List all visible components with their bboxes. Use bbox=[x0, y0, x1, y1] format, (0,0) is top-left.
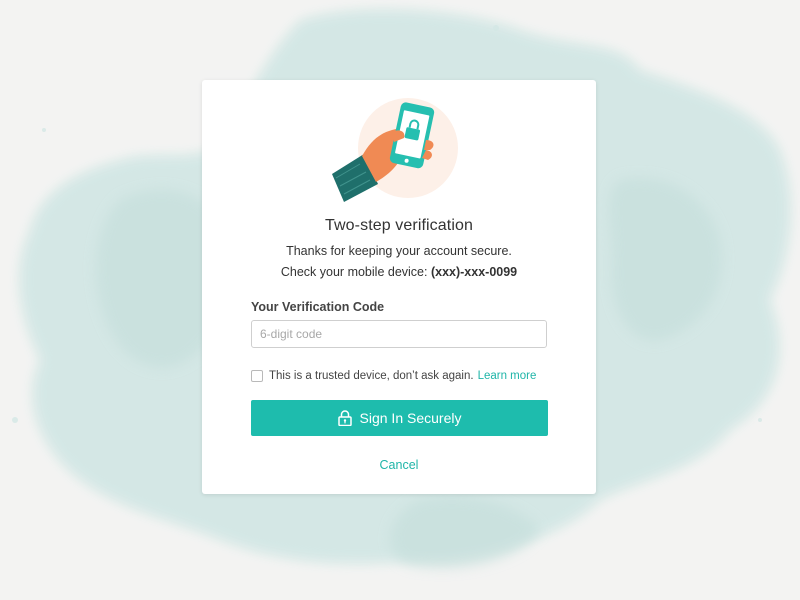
trusted-device-checkbox[interactable] bbox=[251, 370, 263, 382]
cancel-link[interactable]: Cancel bbox=[202, 458, 596, 472]
verification-dialog: Two-step verification Thanks for keeping… bbox=[202, 80, 596, 494]
verification-code-label: Your Verification Code bbox=[251, 300, 385, 314]
hand-holding-phone-icon bbox=[332, 98, 458, 202]
learn-more-link[interactable]: Learn more bbox=[478, 370, 537, 382]
trusted-device-label: This is a trusted device, don’t ask agai… bbox=[269, 370, 474, 382]
padlock-icon bbox=[337, 410, 352, 426]
verification-code-input[interactable] bbox=[251, 320, 547, 348]
dialog-subtitle: Thanks for keeping your account secure. bbox=[286, 244, 512, 258]
trusted-device-row: This is a trusted device, don’t ask agai… bbox=[251, 369, 536, 383]
sign-in-securely-button[interactable]: Sign In Securely bbox=[251, 400, 548, 436]
device-number: (xxx)-xxx-0099 bbox=[430, 265, 518, 279]
dialog-title: Two-step verification bbox=[325, 217, 473, 234]
sign-in-label: Sign In Securely bbox=[359, 410, 462, 426]
device-prefix: Check your mobile device: bbox=[280, 265, 431, 279]
device-info: Check your mobile device: (xxx)-xxx-0099 bbox=[202, 265, 596, 279]
